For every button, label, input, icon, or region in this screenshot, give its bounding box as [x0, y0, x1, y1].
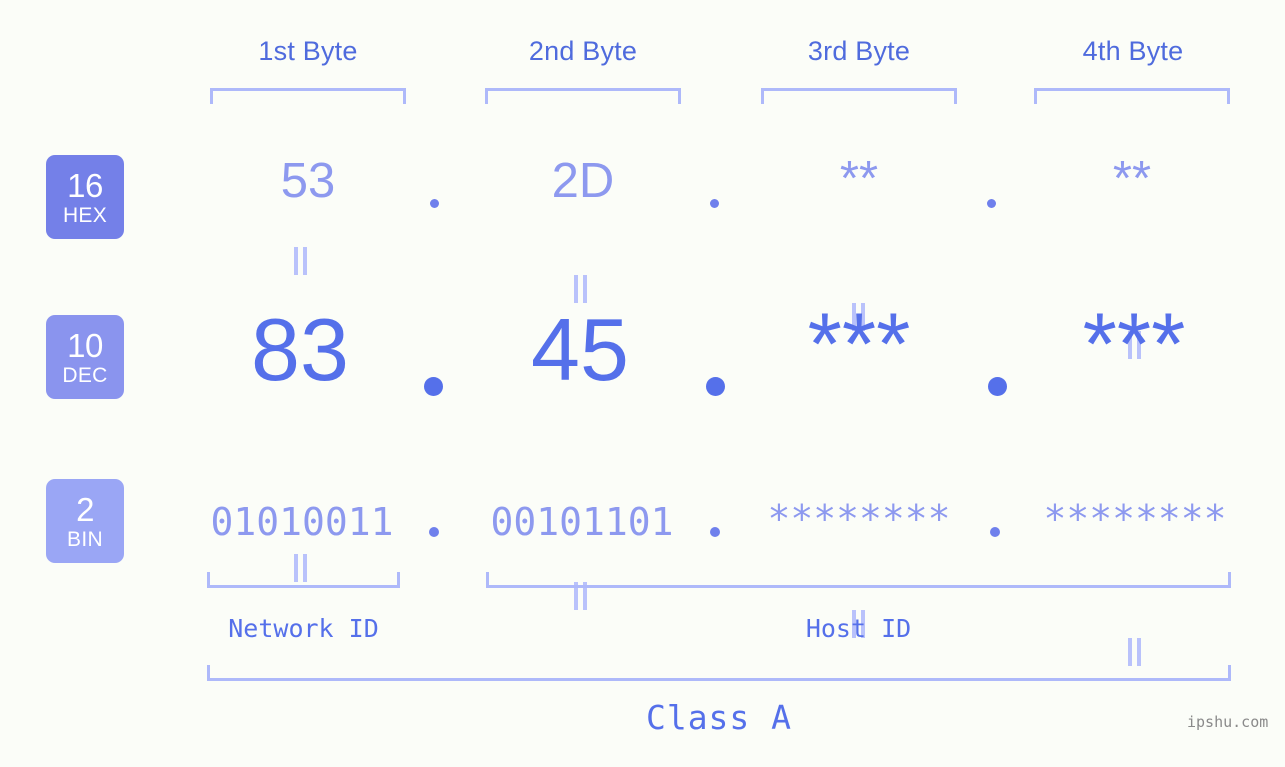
bin-separator-dot-3 — [990, 527, 1000, 537]
badge-bin: 2 BIN — [46, 479, 124, 563]
byte-header-1: 1st Byte — [258, 36, 358, 66]
hex-byte-1: 53 — [280, 154, 336, 208]
bin-byte-1: 01010011 — [210, 500, 394, 544]
hex-separator-dot-1 — [430, 199, 439, 208]
dec-byte-1: 83 — [251, 300, 349, 399]
class-bracket — [207, 665, 1231, 681]
badge-bin-name: BIN — [67, 527, 103, 551]
network-id-bracket — [207, 572, 400, 588]
dec-separator-dot-3 — [988, 377, 1007, 396]
host-id-label: Host ID — [805, 614, 912, 643]
host-id-bracket — [486, 572, 1231, 588]
bin-separator-dot-2 — [710, 527, 720, 537]
badge-hex: 16 HEX — [46, 155, 124, 239]
equals-sign-hex-dec-1 — [294, 247, 308, 275]
badge-dec: 10 DEC — [46, 315, 124, 399]
badge-hex-number: 16 — [67, 166, 103, 204]
hex-byte-4: ** — [1112, 152, 1152, 206]
byte-bracket-3 — [761, 88, 957, 104]
dec-byte-4: *** — [1082, 294, 1186, 393]
hex-separator-dot-3 — [987, 199, 996, 208]
badge-dec-number: 10 — [67, 326, 103, 364]
byte-bracket-1 — [210, 88, 406, 104]
bin-byte-2: 00101101 — [490, 500, 674, 544]
byte-header-3: 3rd Byte — [807, 36, 911, 66]
dec-separator-dot-1 — [424, 377, 443, 396]
ip-address-breakdown-diagram: 1st Byte 2nd Byte 3rd Byte 4th Byte 16 H… — [0, 0, 1285, 767]
network-id-label: Network ID — [228, 614, 379, 643]
hex-byte-2: 2D — [551, 154, 615, 208]
dec-separator-dot-2 — [706, 377, 725, 396]
site-watermark: ipshu.com — [1187, 713, 1269, 731]
badge-dec-name: DEC — [62, 363, 108, 387]
class-label: Class A — [645, 698, 793, 737]
hex-separator-dot-2 — [710, 199, 719, 208]
byte-bracket-2 — [485, 88, 681, 104]
byte-bracket-4 — [1034, 88, 1230, 104]
equals-sign-hex-dec-2 — [574, 275, 588, 303]
bin-byte-4: ******** — [1043, 497, 1227, 541]
dec-byte-2: 45 — [531, 300, 629, 399]
hex-byte-3: ** — [839, 152, 879, 206]
bin-byte-3: ******** — [767, 497, 951, 541]
dec-byte-3: *** — [807, 294, 911, 393]
bin-separator-dot-1 — [429, 527, 439, 537]
badge-bin-number: 2 — [76, 490, 94, 528]
byte-header-4: 4th Byte — [1082, 36, 1184, 66]
byte-header-2: 2nd Byte — [528, 36, 638, 66]
badge-hex-name: HEX — [62, 203, 108, 227]
